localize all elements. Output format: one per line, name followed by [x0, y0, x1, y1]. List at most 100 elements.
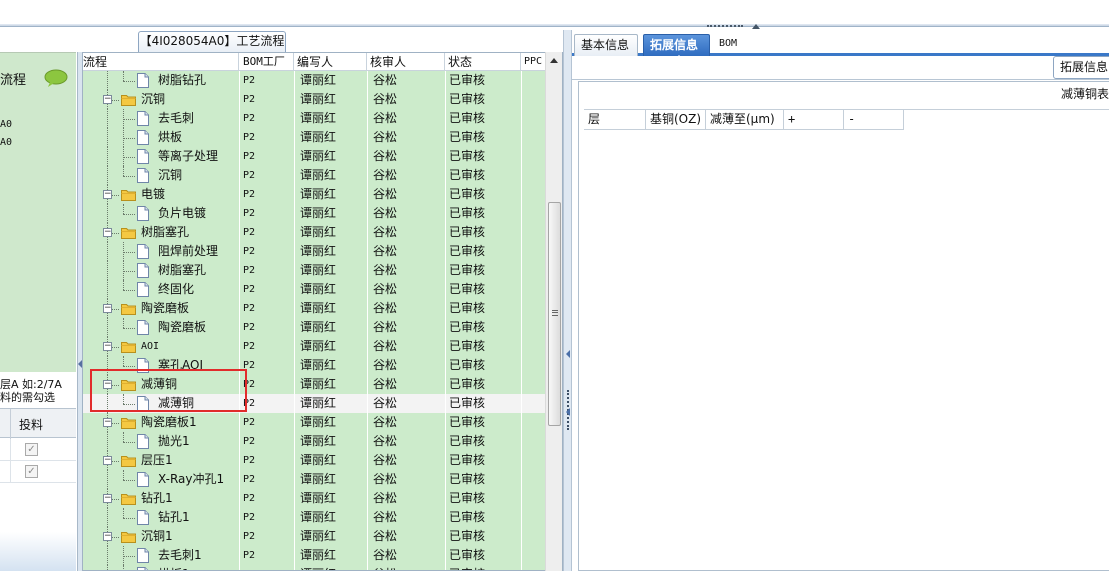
tree-node-label[interactable]: 钻孔1: [158, 508, 238, 527]
tree-node-label[interactable]: X-Ray冲孔1: [158, 470, 238, 489]
tree-node-label[interactable]: 阻焊前处理: [158, 242, 238, 261]
collapse-up-arrow-icon[interactable]: [752, 24, 760, 29]
tree-node-label[interactable]: 负片电镀: [158, 204, 238, 223]
tree-row[interactable]: − 沉铜 P2 谭丽红 谷松 已审核: [83, 90, 548, 109]
tab-extended-info[interactable]: 拓展信息: [643, 34, 710, 60]
collapse-toggle-icon[interactable]: −: [103, 228, 112, 237]
tree-row[interactable]: − 树脂塞孔 P2 谭丽红 谷松 已审核: [83, 223, 548, 242]
column-header-base-copper[interactable]: 基铜(OZ): [646, 110, 706, 130]
tree-row[interactable]: 烘板 P2 谭丽红 谷松 已审核: [83, 128, 548, 147]
column-divider: [521, 128, 522, 147]
feed-checkbox[interactable]: ✓: [25, 465, 38, 478]
tree-row[interactable]: 树脂塞孔 P2 谭丽红 谷松 已审核: [83, 261, 548, 280]
tree-row[interactable]: − 陶瓷磨板1 P2 谭丽红 谷松 已审核: [83, 413, 548, 432]
left-list-item[interactable]: A0: [0, 119, 12, 130]
tree-node-label[interactable]: 陶瓷磨板: [158, 318, 238, 337]
tree-row[interactable]: 树脂钻孔 P2 谭丽红 谷松 已审核: [83, 71, 548, 90]
column-header-flow[interactable]: 流程: [83, 53, 239, 71]
tree-node-label[interactable]: 沉铜: [158, 166, 238, 185]
tree-row[interactable]: − 沉铜1 P2 谭丽红 谷松 已审核: [83, 527, 548, 546]
collapse-left-arrow-icon[interactable]: [566, 350, 570, 358]
collapse-toggle-icon[interactable]: −: [103, 304, 112, 313]
tree-row[interactable]: X-Ray冲孔1 P2 谭丽红 谷松 已审核: [83, 470, 548, 489]
tree-row[interactable]: 去毛刺1 P2 谭丽红 谷松 已审核: [83, 546, 548, 565]
tree-row[interactable]: − AOI P2 谭丽红 谷松 已审核: [83, 337, 548, 356]
splitter-grip-icon[interactable]: [707, 25, 743, 29]
collapse-toggle-icon[interactable]: −: [103, 532, 112, 541]
tree-node-label[interactable]: 终固化: [158, 280, 238, 299]
tree-node-label[interactable]: AOI: [141, 337, 238, 356]
column-header-layer[interactable]: 层: [584, 110, 646, 130]
tree-node-label[interactable]: 去毛刺1: [158, 546, 238, 565]
feed-column-header[interactable]: 投料: [19, 416, 43, 433]
column-header-ppc[interactable]: PPC: [521, 53, 548, 71]
tree-node-label[interactable]: 树脂塞孔: [141, 223, 238, 242]
tree-row[interactable]: − 钻孔1 P2 谭丽红 谷松 已审核: [83, 489, 548, 508]
tree-node-label[interactable]: 层压1: [141, 451, 238, 470]
tree-row[interactable]: 抛光1 P2 谭丽红 谷松 已审核: [83, 432, 548, 451]
tree-node-label[interactable]: 陶瓷磨板: [141, 299, 238, 318]
add-column-button[interactable]: +: [784, 110, 844, 130]
column-divider: [239, 261, 240, 280]
column-header-reviewer[interactable]: 核审人: [367, 53, 445, 71]
cell-reviewer: 谷松: [373, 565, 439, 570]
tree-node-label[interactable]: 钻孔1: [141, 489, 238, 508]
tree-row[interactable]: 等离子处理 P2 谭丽红 谷松 已审核: [83, 147, 548, 166]
tree-row[interactable]: 钻孔1 P2 谭丽红 谷松 已审核: [83, 508, 548, 527]
tree-node-label[interactable]: 烘板: [158, 128, 238, 147]
tab-bom[interactable]: BOM: [713, 34, 743, 56]
column-divider: [239, 71, 240, 90]
column-divider: [445, 299, 446, 318]
tree-node-label[interactable]: 抛光1: [158, 432, 238, 451]
column-divider: [445, 394, 446, 413]
tree-node-label[interactable]: 烘板1: [158, 565, 238, 570]
tree-row[interactable]: 陶瓷磨板 P2 谭丽红 谷松 已审核: [83, 318, 548, 337]
folder-icon: [121, 456, 136, 467]
remove-column-button[interactable]: -: [844, 110, 904, 130]
right-splitter[interactable]: [563, 30, 572, 571]
column-header-thin-to[interactable]: 减薄至(μm): [706, 110, 784, 130]
tree-node-label[interactable]: 等离子处理: [158, 147, 238, 166]
folder-icon: [121, 494, 136, 505]
cell-status: 已审核: [449, 377, 486, 391]
collapse-toggle-icon[interactable]: −: [103, 494, 112, 503]
tree-row[interactable]: 终固化 P2 谭丽红 谷松 已审核: [83, 280, 548, 299]
chat-bubble-icon[interactable]: [44, 69, 68, 87]
tree-node-label[interactable]: 电镀: [141, 185, 238, 204]
tree-row[interactable]: − 电镀 P2 谭丽红 谷松 已审核: [83, 185, 548, 204]
tree-node-label[interactable]: 陶瓷磨板1: [141, 413, 238, 432]
tree-node-label[interactable]: 树脂钻孔: [158, 71, 238, 90]
cell-status: 已审核: [449, 396, 486, 410]
collapse-toggle-icon[interactable]: −: [103, 418, 112, 427]
sub-tab-extended-info[interactable]: 拓展信息: [1053, 56, 1109, 79]
tree-node-label[interactable]: 沉铜1: [141, 527, 238, 546]
tree-row[interactable]: 去毛刺 P2 谭丽红 谷松 已审核: [83, 109, 548, 128]
grid-vertical-scrollbar[interactable]: [545, 52, 562, 571]
feed-checkbox[interactable]: ✓: [25, 443, 38, 456]
left-list-item[interactable]: A0: [0, 137, 12, 148]
cell-status: 已审核: [449, 92, 486, 106]
tree-row[interactable]: 负片电镀 P2 谭丽红 谷松 已审核: [83, 204, 548, 223]
column-header-writer[interactable]: 编写人: [294, 53, 367, 71]
collapse-toggle-icon[interactable]: −: [103, 456, 112, 465]
tab-basic-info[interactable]: 基本信息: [574, 34, 638, 56]
tree-node-label[interactable]: 沉铜: [141, 90, 238, 109]
tree-row[interactable]: − 陶瓷磨板 P2 谭丽红 谷松 已审核: [83, 299, 548, 318]
tree-row[interactable]: − 层压1 P2 谭丽红 谷松 已审核: [83, 451, 548, 470]
scroll-up-arrow-icon[interactable]: [550, 58, 558, 63]
collapse-toggle-icon[interactable]: −: [103, 190, 112, 199]
tree-row[interactable]: 阻焊前处理 P2 谭丽红 谷松 已审核: [83, 242, 548, 261]
tree-row[interactable]: 烘板1P2谭丽红谷松已审核: [83, 565, 548, 570]
cell-reviewer: 谷松: [373, 282, 398, 296]
column-header-status[interactable]: 状态: [445, 53, 521, 71]
collapse-toggle-icon[interactable]: −: [103, 342, 112, 351]
tree-node-label[interactable]: 树脂塞孔: [158, 261, 238, 280]
column-divider: [239, 299, 240, 318]
cell-status: 已审核: [449, 320, 486, 334]
column-header-bom-factory[interactable]: BOM工厂: [240, 53, 294, 71]
collapse-toggle-icon[interactable]: −: [103, 95, 112, 104]
tree-node-label[interactable]: 去毛刺: [158, 109, 238, 128]
tree-row[interactable]: 沉铜 P2 谭丽红 谷松 已审核: [83, 166, 548, 185]
scrollbar-thumb[interactable]: [548, 202, 561, 426]
collapse-left-arrow-icon[interactable]: [566, 408, 570, 416]
